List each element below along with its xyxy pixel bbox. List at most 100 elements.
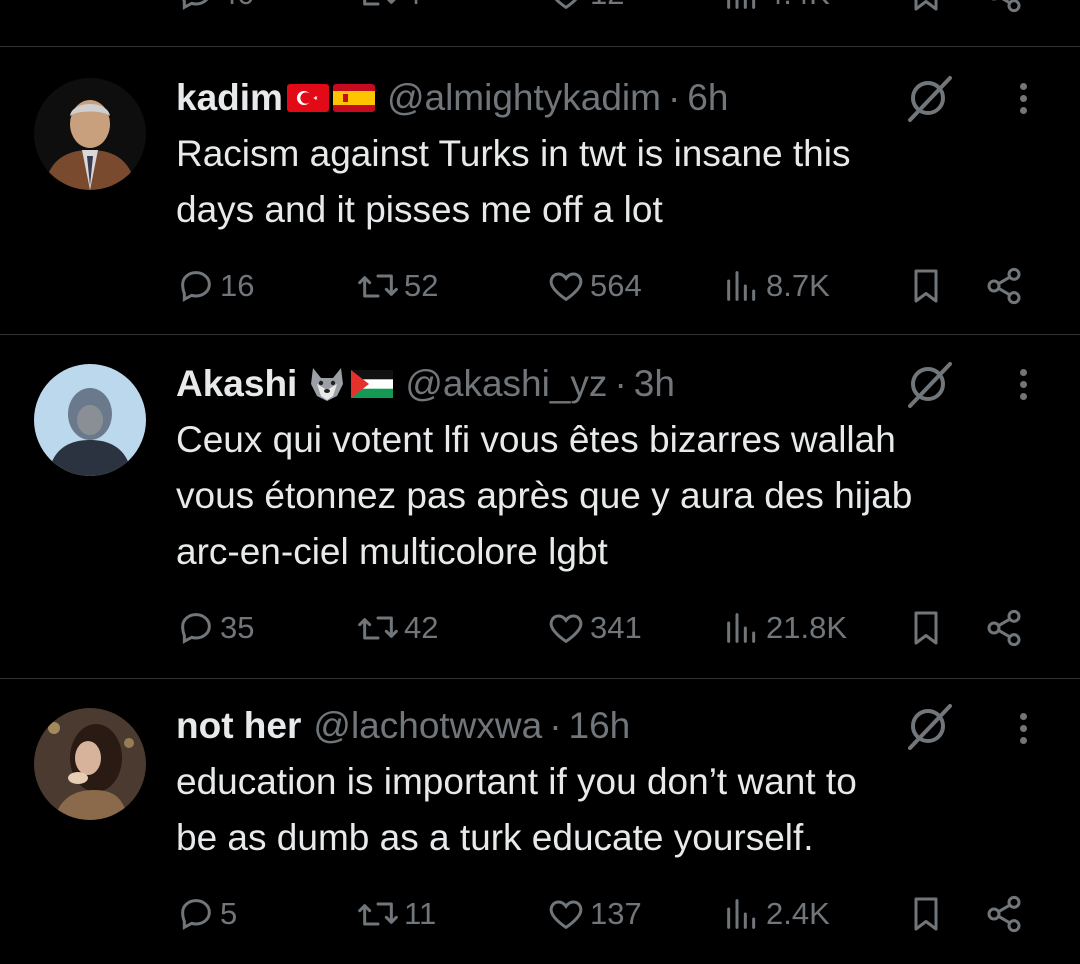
reply-button[interactable]: 16 <box>176 264 254 308</box>
views-count: 2.4K <box>766 896 830 931</box>
turkey-flag-icon <box>286 84 329 112</box>
user-handle[interactable]: @akashi_yz <box>405 363 607 405</box>
like-button[interactable]: 564 <box>546 264 642 308</box>
reply-icon <box>181 271 211 302</box>
tweet-text: Racism against Turks in twt is insane th… <box>176 133 851 230</box>
user-handle[interactable]: @lachotwxwa <box>313 705 542 747</box>
grok-icon[interactable] <box>904 358 956 410</box>
share-icon <box>991 0 1021 13</box>
views-count: 8.7K <box>766 268 830 303</box>
heart-icon <box>549 900 583 930</box>
reply-button[interactable]: 40 <box>176 0 254 16</box>
like-count: 137 <box>590 896 642 931</box>
avatar[interactable] <box>34 708 146 820</box>
repost-icon <box>363 0 396 6</box>
reply-count: 40 <box>220 0 254 12</box>
like-button[interactable]: 341 <box>546 606 642 650</box>
bookmark-button[interactable] <box>906 264 946 308</box>
separator-dot: · <box>614 363 627 404</box>
grok-icon[interactable] <box>904 72 956 124</box>
share-icon <box>987 267 1021 305</box>
share-button[interactable] <box>984 892 1024 936</box>
tweet-not-her[interactable]: not her @lachotwxwa · 16h education is i… <box>0 678 1080 964</box>
views-count: 21.8K <box>766 610 848 645</box>
views-icon <box>727 613 756 643</box>
repost-count: 11 <box>404 896 437 931</box>
more-options-icon[interactable] <box>1008 702 1038 754</box>
avatar[interactable] <box>34 364 146 476</box>
more-options-icon[interactable] <box>1008 358 1038 410</box>
palestine-flag-icon <box>351 370 394 398</box>
timeline-feed: 40 4 12 4.4K <box>0 0 1080 964</box>
bookmark-icon <box>914 0 938 11</box>
timestamp[interactable]: 16h <box>569 705 631 747</box>
tweet-header: kadim @almightykadim · 6h <box>176 70 728 126</box>
repost-button[interactable]: 4 <box>356 0 421 16</box>
tweet-kadim[interactable]: kadim @almightykadim · 6h Racism against… <box>0 46 1080 334</box>
user-handle[interactable]: @almightykadim <box>387 77 661 119</box>
repost-count: 42 <box>404 610 439 645</box>
reply-icon <box>181 899 211 930</box>
reply-count: 16 <box>220 268 255 303</box>
more-options-icon[interactable] <box>1008 72 1038 124</box>
bookmark-icon <box>914 897 938 931</box>
bookmark-icon <box>914 269 938 303</box>
share-button[interactable] <box>984 264 1024 308</box>
action-bar: 35 42 341 21.8K <box>0 606 1080 650</box>
views-button[interactable]: 4.4K <box>722 0 830 16</box>
reply-icon <box>182 0 209 10</box>
share-button[interactable] <box>984 0 1024 16</box>
display-name[interactable]: kadim <box>176 77 283 119</box>
action-bar: 16 52 564 8.7K <box>0 264 1080 308</box>
timestamp[interactable]: 6h <box>687 77 728 119</box>
heart-icon <box>554 0 578 10</box>
share-button[interactable] <box>984 606 1024 650</box>
reply-button[interactable]: 35 <box>176 606 254 650</box>
repost-count: 4 <box>404 0 421 12</box>
bookmark-button[interactable] <box>906 0 946 16</box>
avatar[interactable] <box>34 78 146 190</box>
timestamp[interactable]: 3h <box>634 363 675 405</box>
bookmark-button[interactable] <box>906 606 946 650</box>
heart-icon <box>549 272 583 302</box>
share-icon <box>987 895 1021 933</box>
repost-icon <box>358 616 398 640</box>
like-count: 564 <box>590 268 642 303</box>
reply-button[interactable]: 5 <box>176 892 237 936</box>
like-count: 341 <box>590 610 642 645</box>
separator-dot: · <box>549 705 562 746</box>
like-button[interactable]: 137 <box>546 892 642 936</box>
tweet-header: Akashi @akashi_yz · 3h <box>176 356 675 412</box>
views-button[interactable]: 2.4K <box>722 892 830 936</box>
tweet-text: education is important if you don’t want… <box>176 761 857 858</box>
repost-icon <box>358 902 398 926</box>
like-count: 12 <box>590 0 624 12</box>
repost-count: 52 <box>404 268 439 303</box>
display-name[interactable]: Akashi <box>176 363 297 405</box>
views-icon <box>727 0 756 9</box>
top-partial-action-bar: 40 4 12 4.4K <box>0 0 1080 16</box>
wolf-icon <box>307 366 347 402</box>
repost-button[interactable]: 11 <box>356 892 436 936</box>
action-bar: 5 11 137 2.4K <box>0 892 1080 936</box>
views-button[interactable]: 21.8K <box>722 606 847 650</box>
tweet-header: not her @lachotwxwa · 16h <box>176 698 630 754</box>
repost-icon <box>358 274 398 298</box>
views-icon <box>727 271 756 301</box>
views-button[interactable]: 8.7K <box>722 264 830 308</box>
views-count: 4.4K <box>766 0 830 12</box>
share-icon <box>987 609 1021 647</box>
tweet-text: Ceux qui votent lfi vous êtes bizarres w… <box>176 419 913 572</box>
repost-button[interactable]: 42 <box>356 606 438 650</box>
views-icon <box>727 899 756 929</box>
display-name[interactable]: not her <box>176 705 301 747</box>
like-button[interactable]: 12 <box>546 0 624 16</box>
repost-button[interactable]: 52 <box>356 264 438 308</box>
tweet-akashi[interactable]: Akashi @akashi_yz · 3h Ceux qui votent l… <box>0 334 1080 678</box>
grok-icon[interactable] <box>904 700 956 752</box>
reply-count: 35 <box>220 610 255 645</box>
bookmark-button[interactable] <box>906 892 946 936</box>
spain-flag-icon <box>332 84 375 112</box>
separator-dot: · <box>667 77 681 118</box>
reply-icon <box>181 613 211 644</box>
